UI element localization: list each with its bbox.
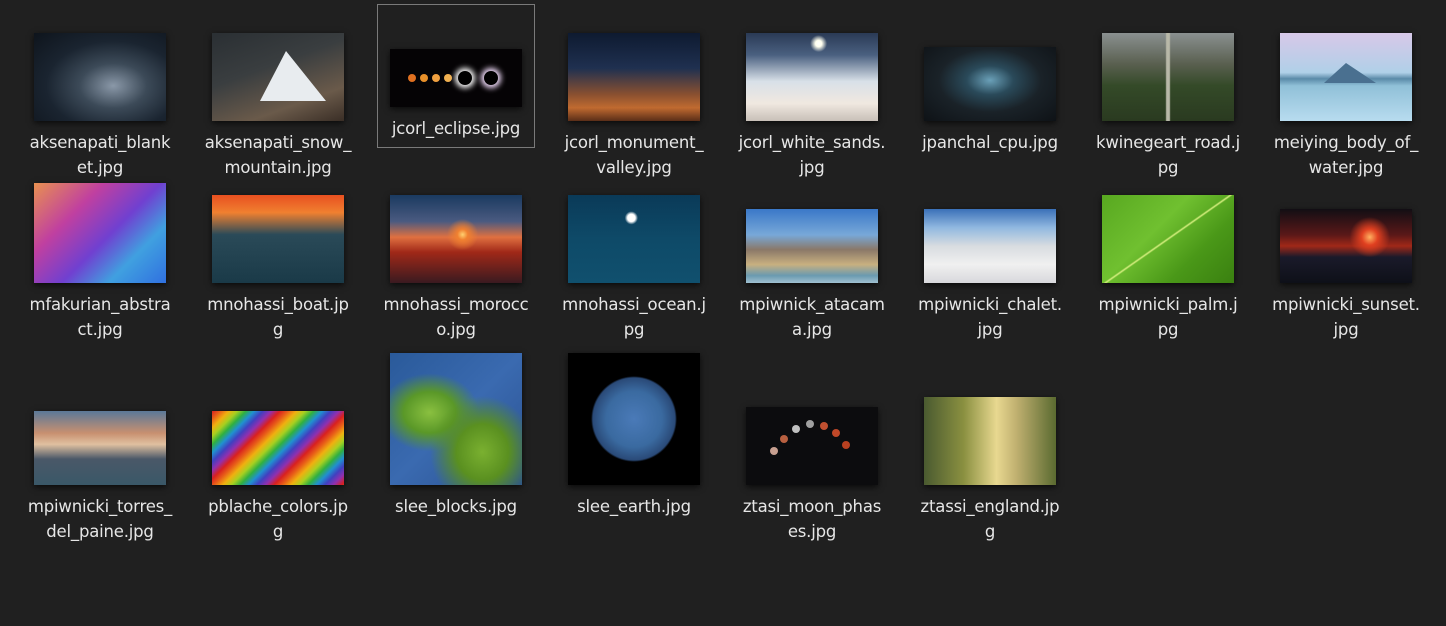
file-item[interactable]: jpanchal_cpu.jpg bbox=[911, 4, 1069, 162]
file-item[interactable]: mnohassi_boat.j​pg bbox=[199, 172, 357, 349]
file-item[interactable]: slee_blocks.jpg bbox=[377, 346, 535, 526]
image-thumbnail bbox=[390, 49, 522, 107]
file-item[interactable]: pblache_colors.jp​g bbox=[199, 346, 357, 551]
file-name: jpanchal_cpu.jpg bbox=[922, 133, 1058, 152]
file-name: mfakurian_abstra​ct.jpg bbox=[29, 295, 171, 339]
file-name: mpiwnicki_palm.j​pg bbox=[1098, 295, 1238, 339]
image-thumbnail bbox=[924, 397, 1056, 485]
file-name: mpiwnicki_chalet.​jpg bbox=[918, 295, 1062, 339]
image-thumbnail bbox=[34, 411, 166, 485]
file-item[interactable]: slee_earth.jpg bbox=[555, 346, 713, 526]
image-thumbnail bbox=[34, 33, 166, 121]
file-item[interactable]: mnohassi_ocean.j​pg bbox=[555, 172, 713, 349]
file-item[interactable]: aksenapati_snow​_mountain.jpg bbox=[199, 4, 357, 187]
file-item[interactable]: meiying_body_of​_water.jpg bbox=[1267, 4, 1425, 187]
file-item[interactable]: jcorl_white_sands​.jpg bbox=[733, 4, 891, 187]
image-thumbnail bbox=[746, 407, 878, 485]
image-thumbnail bbox=[1280, 209, 1412, 283]
file-name: mnohassi_ocean.j​pg bbox=[562, 295, 706, 339]
file-item[interactable]: mpiwnicki_torres​_del_paine.jpg bbox=[21, 346, 179, 551]
file-name: pblache_colors.jp​g bbox=[208, 497, 348, 541]
file-name: mpiwnicki_sunset​.jpg bbox=[1272, 295, 1420, 339]
file-name: ztasi_moon_phas​es.jpg bbox=[742, 497, 882, 541]
image-thumbnail bbox=[568, 195, 700, 283]
image-thumbnail bbox=[746, 209, 878, 283]
file-grid: aksenapati_blank​et.jpg aksenapati_snow​… bbox=[21, 4, 1441, 546]
file-item[interactable]: ztassi_england.jp​g bbox=[911, 346, 1069, 551]
image-thumbnail bbox=[212, 195, 344, 283]
file-item[interactable]: mpiwnicki_chalet.​jpg bbox=[911, 172, 1069, 349]
file-name: ztassi_england.jp​g bbox=[920, 497, 1060, 541]
image-thumbnail bbox=[746, 33, 878, 121]
file-item[interactable]: mpiwnicki_sunset​.jpg bbox=[1267, 172, 1425, 349]
file-item[interactable]: jcorl_monument_​valley.jpg bbox=[555, 4, 713, 187]
image-thumbnail bbox=[212, 33, 344, 121]
file-name: jcorl_eclipse.jpg bbox=[391, 119, 521, 138]
file-item[interactable]: aksenapati_blank​et.jpg bbox=[21, 4, 179, 187]
file-item[interactable]: mnohassi_moroc​co.jpg bbox=[377, 172, 535, 349]
file-name: mpiwnicki_torres​_del_paine.jpg bbox=[27, 497, 173, 541]
image-thumbnail bbox=[1102, 33, 1234, 121]
file-item[interactable]: mfakurian_abstra​ct.jpg bbox=[21, 172, 179, 349]
image-thumbnail bbox=[34, 183, 166, 283]
file-item[interactable]: jcorl_eclipse.jpg bbox=[377, 4, 535, 148]
file-item[interactable]: kwinegeart_road.j​pg bbox=[1089, 4, 1247, 187]
file-name: mpiwnick_ataca​ma.jpg bbox=[739, 295, 885, 339]
file-item[interactable]: ztasi_moon_phas​es.jpg bbox=[733, 346, 891, 551]
image-thumbnail bbox=[390, 353, 522, 485]
image-thumbnail bbox=[390, 195, 522, 283]
image-thumbnail bbox=[568, 353, 700, 485]
file-name: mnohassi_moroc​co.jpg bbox=[383, 295, 529, 339]
image-thumbnail bbox=[924, 209, 1056, 283]
image-thumbnail bbox=[1280, 33, 1412, 121]
image-thumbnail bbox=[212, 411, 344, 485]
image-thumbnail bbox=[1102, 195, 1234, 283]
file-item[interactable]: mpiwnicki_palm.j​pg bbox=[1089, 172, 1247, 349]
file-name: mnohassi_boat.j​pg bbox=[207, 295, 349, 339]
file-name: slee_earth.jpg bbox=[577, 497, 691, 516]
file-name: slee_blocks.jpg bbox=[395, 497, 517, 516]
image-thumbnail bbox=[568, 33, 700, 121]
file-item[interactable]: mpiwnick_ataca​ma.jpg bbox=[733, 172, 891, 349]
image-thumbnail bbox=[924, 47, 1056, 121]
